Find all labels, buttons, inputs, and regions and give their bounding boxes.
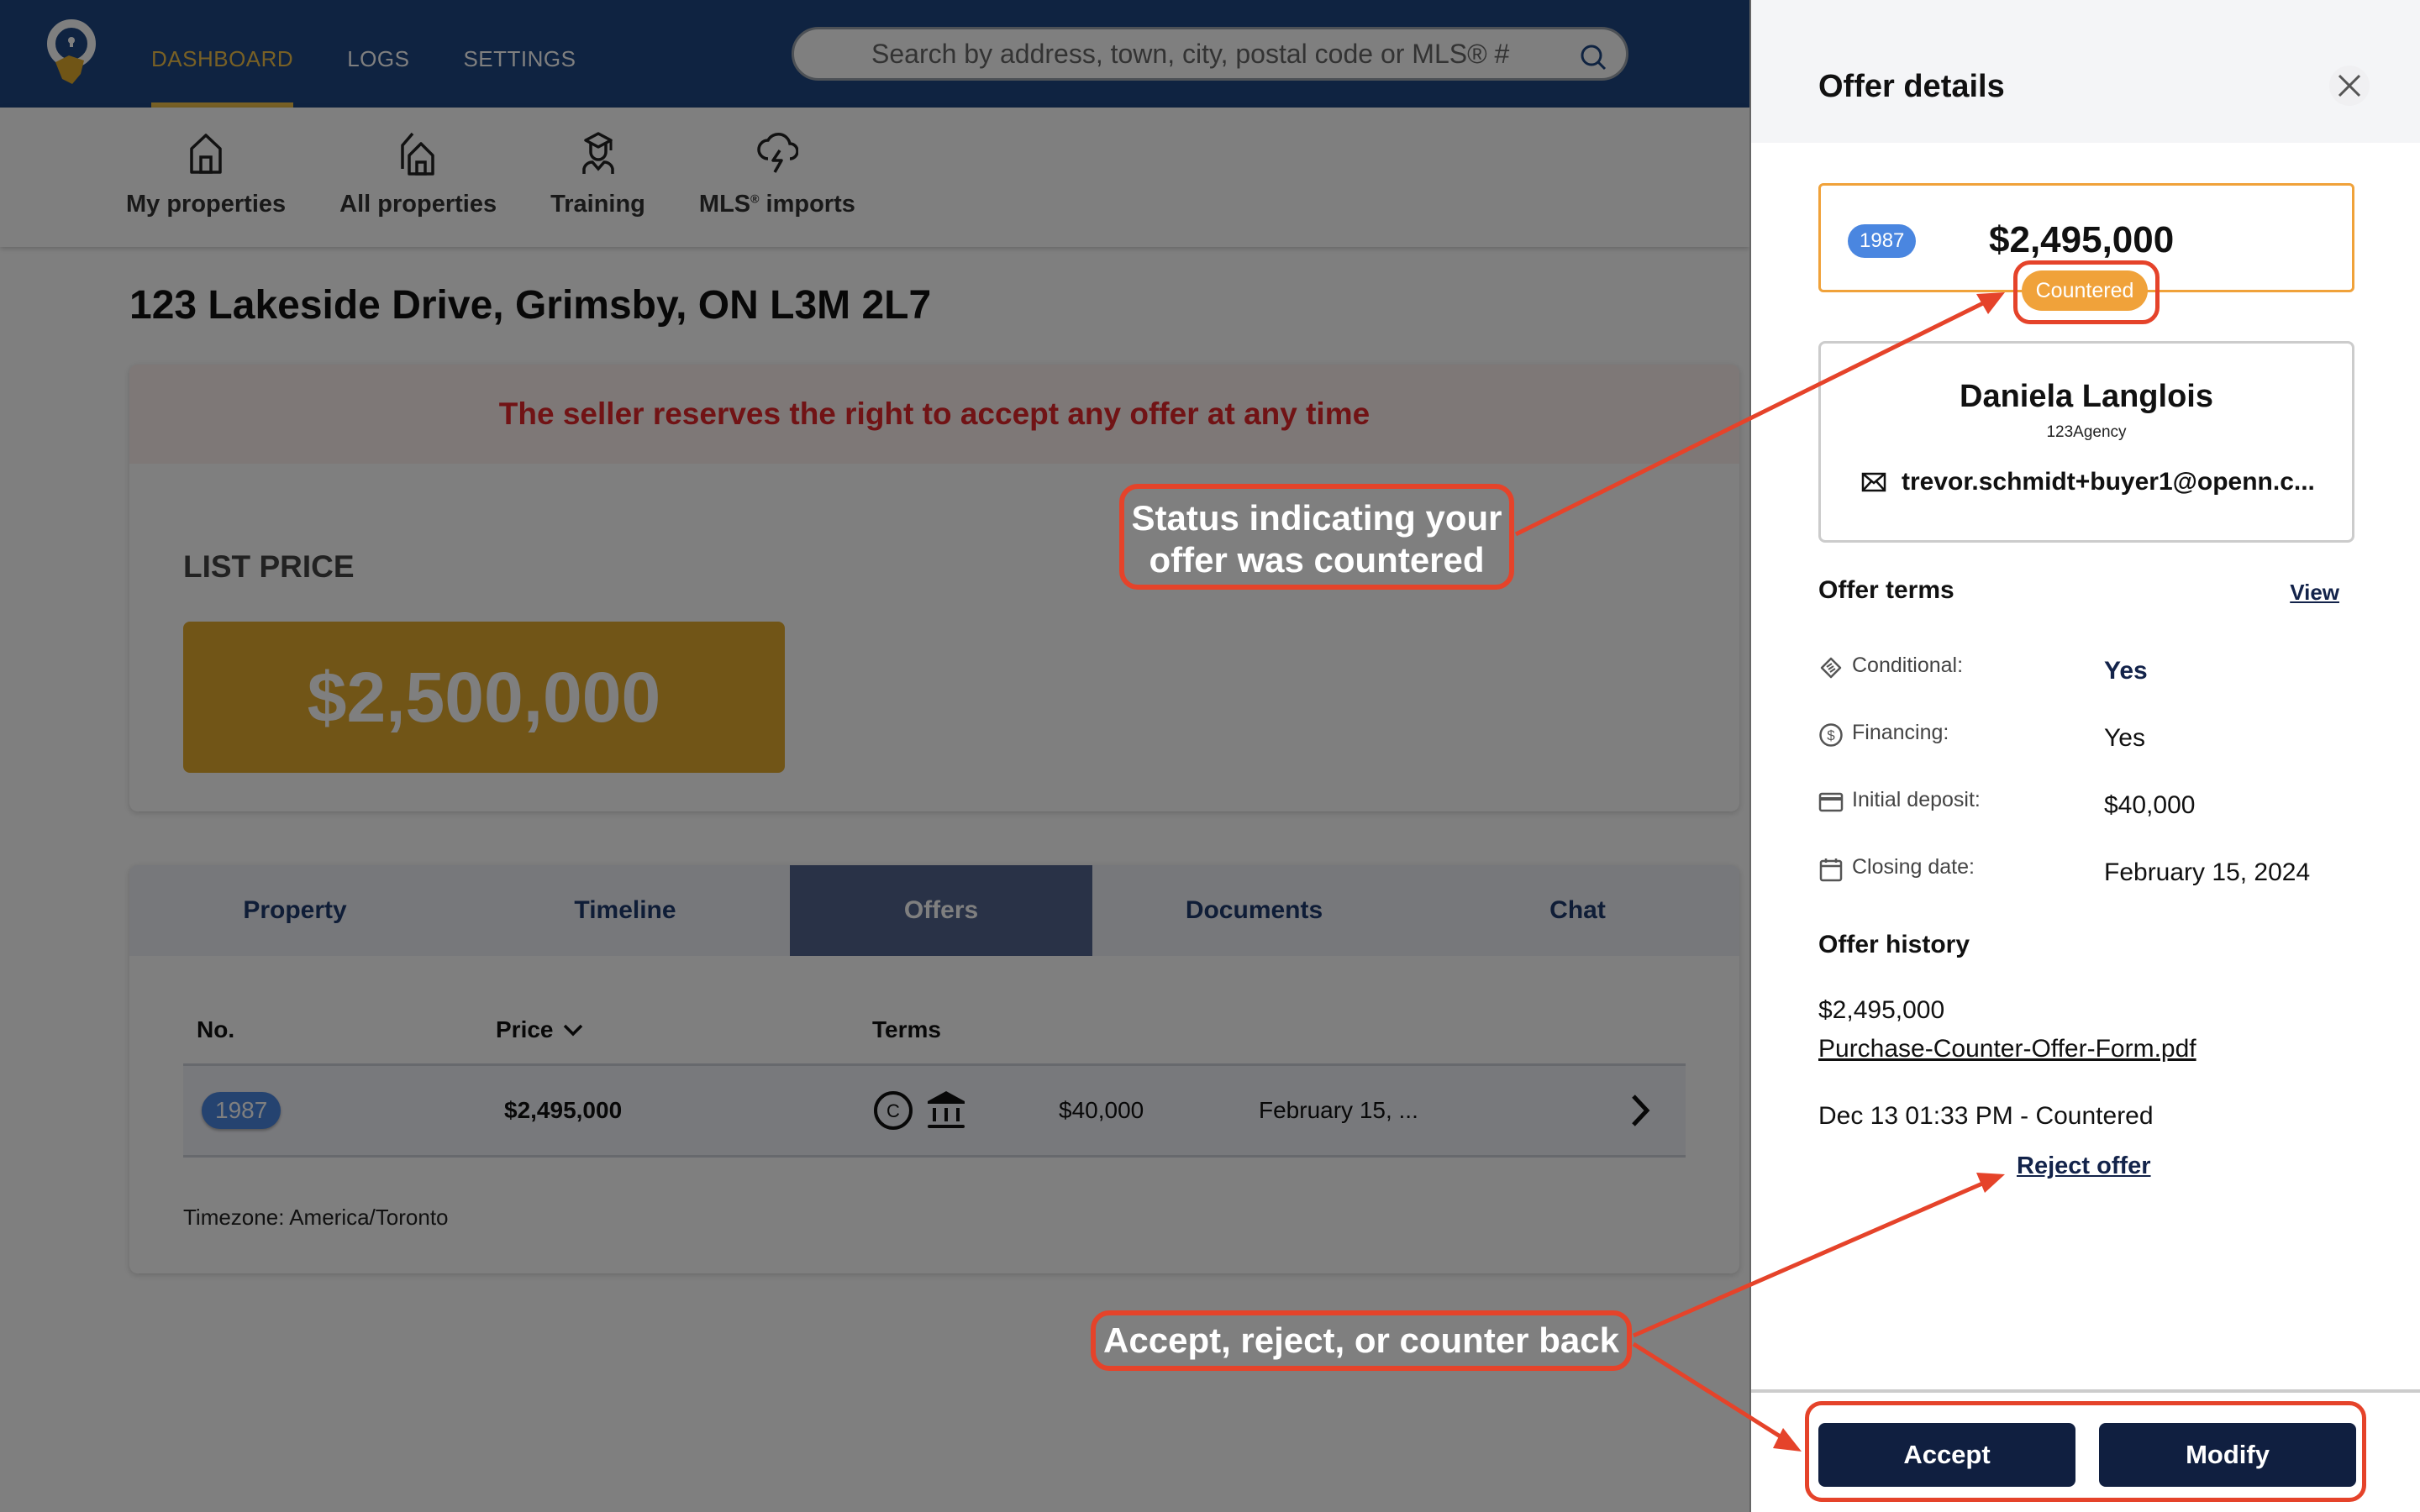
offer-details-panel: Offer details 1987 $2,495,000 Daniela La…: [1749, 0, 2420, 1512]
view-terms-link[interactable]: View: [2290, 580, 2339, 606]
offer-number-badge: 1987: [1848, 224, 1917, 258]
mail-icon: [1861, 472, 1886, 492]
handshake-icon: [1820, 657, 1842, 679]
reject-offer-link[interactable]: Reject offer: [2017, 1152, 2151, 1180]
panel-header: Offer details: [1751, 0, 2420, 143]
term-financing: $ Financing: Yes: [1818, 719, 2356, 753]
agent-agency: 123Agency: [2046, 423, 2127, 441]
agent-name: Daniela Langlois: [1960, 379, 2213, 414]
close-button[interactable]: [2329, 66, 2370, 106]
agent-email[interactable]: trevor.schmidt+buyer1@openn.c...: [1861, 468, 2315, 496]
close-icon: [2338, 74, 2361, 97]
panel-title: Offer details: [1818, 69, 2005, 104]
svg-text:$: $: [1827, 727, 1835, 743]
modal-backdrop[interactable]: [0, 0, 1749, 1512]
status-highlight: [2013, 260, 2160, 324]
term-conditional: Conditional: Yes: [1818, 652, 2356, 685]
offer-history-title: Offer history: [1818, 931, 1970, 958]
term-closing-date: Closing date: February 15, 2024: [1818, 853, 2356, 887]
credit-card-icon: [1818, 792, 1844, 812]
agent-card: Daniela Langlois 123Agency trevor.schmid…: [1818, 341, 2354, 543]
offer-terms-title: Offer terms: [1818, 576, 1954, 604]
status-callout: Status indicating your offer was counter…: [1119, 484, 1514, 590]
offer-price: $2,495,000: [1989, 219, 2175, 260]
history-price: $2,495,000: [1818, 996, 1945, 1024]
dollar-circle-icon: $: [1819, 723, 1843, 747]
action-callout: Accept, reject, or counter back: [1091, 1310, 1632, 1371]
calendar-icon: [1819, 858, 1843, 882]
term-deposit: Initial deposit: $40,000: [1818, 786, 2356, 820]
actions-highlight: [1805, 1401, 2366, 1502]
history-file-link[interactable]: Purchase-Counter-Offer-Form.pdf: [1818, 1035, 2196, 1063]
history-event: Dec 13 01:33 PM - Countered: [1818, 1102, 2154, 1130]
